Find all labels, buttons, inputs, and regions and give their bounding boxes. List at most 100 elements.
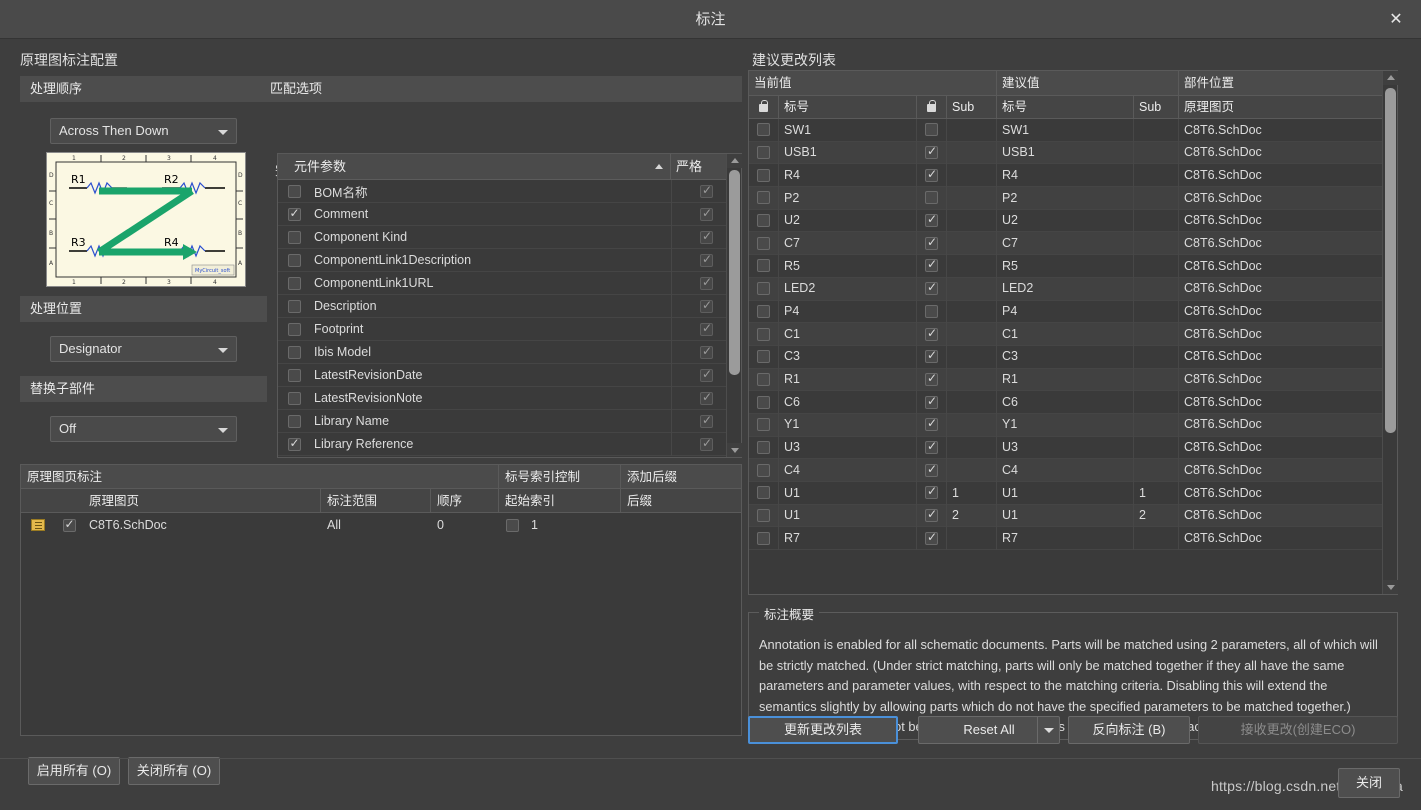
document-enabled-cell[interactable] [55, 513, 83, 537]
lock-current-cell[interactable] [749, 300, 779, 323]
column-header-schematic-doc[interactable]: 原理图页 [1179, 96, 1382, 118]
lock-current-cell[interactable] [749, 322, 779, 346]
lock-proposed-cell[interactable] [917, 413, 947, 437]
parameter-checkbox[interactable] [287, 322, 301, 336]
scroll-down-icon[interactable] [727, 443, 742, 457]
parameter-checkbox-cell[interactable] [278, 253, 310, 267]
lock-current-checkbox[interactable] [757, 350, 770, 364]
lock-proposed-checkbox[interactable] [925, 394, 938, 409]
column-header-proposed-sub[interactable]: Sub [1134, 96, 1179, 118]
lock-current-cell[interactable] [749, 186, 779, 210]
parameter-checkbox[interactable] [287, 391, 301, 405]
column-header-param[interactable]: 元件参数 [278, 154, 671, 179]
lock-current-cell[interactable] [749, 413, 779, 437]
table-row[interactable]: R7 R7 C8T6.SchDoc [749, 526, 1382, 551]
lock-proposed-cell[interactable] [917, 231, 947, 255]
lock-proposed-checkbox[interactable] [925, 530, 938, 545]
scroll-up-icon[interactable] [727, 154, 742, 168]
parameter-checkbox[interactable] [287, 345, 301, 359]
column-header-order[interactable]: 顺序 [431, 489, 499, 512]
scroll-down-icon[interactable] [1383, 580, 1398, 594]
table-row[interactable]: C8T6.SchDoc All 0 1 [21, 513, 741, 537]
lock-current-cell[interactable] [749, 231, 779, 255]
lock-proposed-cell[interactable] [917, 163, 947, 187]
table-row[interactable]: C6 C6 C8T6.SchDoc [749, 390, 1382, 414]
table-row[interactable]: C4 C4 C8T6.SchDoc [749, 458, 1382, 482]
parameter-checkbox[interactable] [287, 368, 301, 382]
lock-proposed-cell[interactable] [917, 322, 947, 346]
lock-current-checkbox[interactable] [757, 418, 770, 432]
table-row[interactable]: C3 C3 C8T6.SchDoc [749, 345, 1382, 369]
parameter-row[interactable]: Footprint [278, 317, 741, 341]
enable-all-button[interactable]: 启用所有 (O) [28, 757, 120, 785]
parameter-strict-checkbox[interactable] [700, 367, 713, 382]
document-enabled-checkbox[interactable] [62, 517, 76, 532]
back-annotate-button[interactable]: 反向标注 (B) [1068, 716, 1190, 744]
lock-proposed-cell[interactable] [917, 254, 947, 278]
lock-proposed-checkbox[interactable] [925, 507, 938, 523]
column-header-doc[interactable]: 原理图页 [83, 489, 321, 512]
parameter-checkbox-cell[interactable] [278, 368, 310, 382]
parameter-checkbox-cell[interactable] [278, 322, 310, 336]
lock-current-checkbox[interactable] [757, 486, 770, 500]
lock-proposed-checkbox[interactable] [925, 280, 938, 296]
parameter-strict-checkbox[interactable] [700, 298, 713, 313]
lock-proposed-cell[interactable] [917, 481, 947, 505]
table-row[interactable]: P2 P2 C8T6.SchDoc [749, 186, 1382, 210]
parameter-strict-checkbox[interactable] [700, 390, 713, 405]
table-row[interactable]: USB1 USB1 C8T6.SchDoc [749, 141, 1382, 165]
lock-proposed-checkbox[interactable] [925, 416, 938, 432]
lock-proposed-cell[interactable] [917, 436, 947, 459]
parameter-row[interactable]: ComponentLink1Description [278, 248, 741, 272]
parameter-checkbox-cell[interactable] [278, 206, 310, 221]
reset-all-button[interactable]: Reset All [918, 716, 1060, 744]
table-row[interactable]: R4 R4 C8T6.SchDoc [749, 163, 1382, 188]
parameter-row[interactable]: Comment [278, 202, 741, 226]
table-row[interactable]: U12U12C8T6.SchDoc [749, 504, 1382, 528]
table-row[interactable]: R5 R5 C8T6.SchDoc [749, 254, 1382, 278]
parameter-checkbox-cell[interactable] [278, 345, 310, 359]
lock-proposed-cell[interactable] [917, 186, 947, 210]
column-header-start-index[interactable]: 起始索引 [499, 489, 621, 512]
table-row[interactable]: SW1 SW1 C8T6.SchDoc [749, 119, 1382, 142]
parameter-checkbox[interactable] [287, 230, 301, 244]
lock-proposed-checkbox[interactable] [925, 167, 938, 182]
parameter-strict-checkbox[interactable] [700, 436, 713, 451]
lock-proposed-cell[interactable] [917, 141, 947, 164]
lock-proposed-cell[interactable] [917, 277, 947, 300]
lock-current-checkbox[interactable] [757, 236, 770, 250]
lock-proposed-checkbox[interactable] [925, 123, 938, 137]
parameter-strict-checkbox[interactable] [700, 206, 713, 221]
parameter-checkbox[interactable] [287, 253, 301, 267]
index-control-checkbox[interactable] [505, 518, 519, 532]
lock-current-cell[interactable] [749, 526, 779, 550]
parameter-row[interactable]: Description [278, 294, 741, 318]
lock-current-cell[interactable] [749, 390, 779, 414]
lock-current-checkbox[interactable] [757, 214, 770, 228]
lock-current-checkbox[interactable] [757, 395, 770, 409]
lock-proposed-cell[interactable] [917, 345, 947, 369]
table-row[interactable]: C7 C7 C8T6.SchDoc [749, 231, 1382, 256]
parameter-row[interactable]: ComponentLink1URL [278, 271, 741, 295]
parameter-checkbox[interactable] [287, 299, 301, 313]
update-changes-button[interactable]: 更新更改列表 [748, 716, 898, 744]
lock-current-cell[interactable] [749, 141, 779, 164]
parameter-row[interactable]: LatestRevisionDate [278, 363, 741, 387]
scrollbar-thumb[interactable] [729, 170, 740, 375]
parameter-row[interactable]: Component Kind [278, 225, 741, 249]
lock-current-cell[interactable] [749, 163, 779, 187]
lock-current-cell[interactable] [749, 119, 779, 142]
parameter-checkbox-cell[interactable] [278, 436, 310, 451]
subpart-combo[interactable]: Off [50, 416, 237, 442]
lock-current-cell[interactable] [749, 458, 779, 482]
parameter-checkbox-cell[interactable] [278, 184, 310, 198]
parameter-strict-checkbox[interactable] [700, 344, 713, 359]
lock-current-cell[interactable] [749, 436, 779, 459]
table-row[interactable]: C1 C1 C8T6.SchDoc [749, 322, 1382, 346]
position-combo[interactable]: Designator [50, 336, 237, 362]
lock-proposed-checkbox[interactable] [925, 462, 938, 477]
parameter-checkbox[interactable] [287, 436, 301, 451]
parameter-strict-checkbox[interactable] [700, 183, 713, 198]
parameter-strict-checkbox[interactable] [700, 275, 713, 290]
lock-proposed-cell[interactable] [917, 504, 947, 527]
